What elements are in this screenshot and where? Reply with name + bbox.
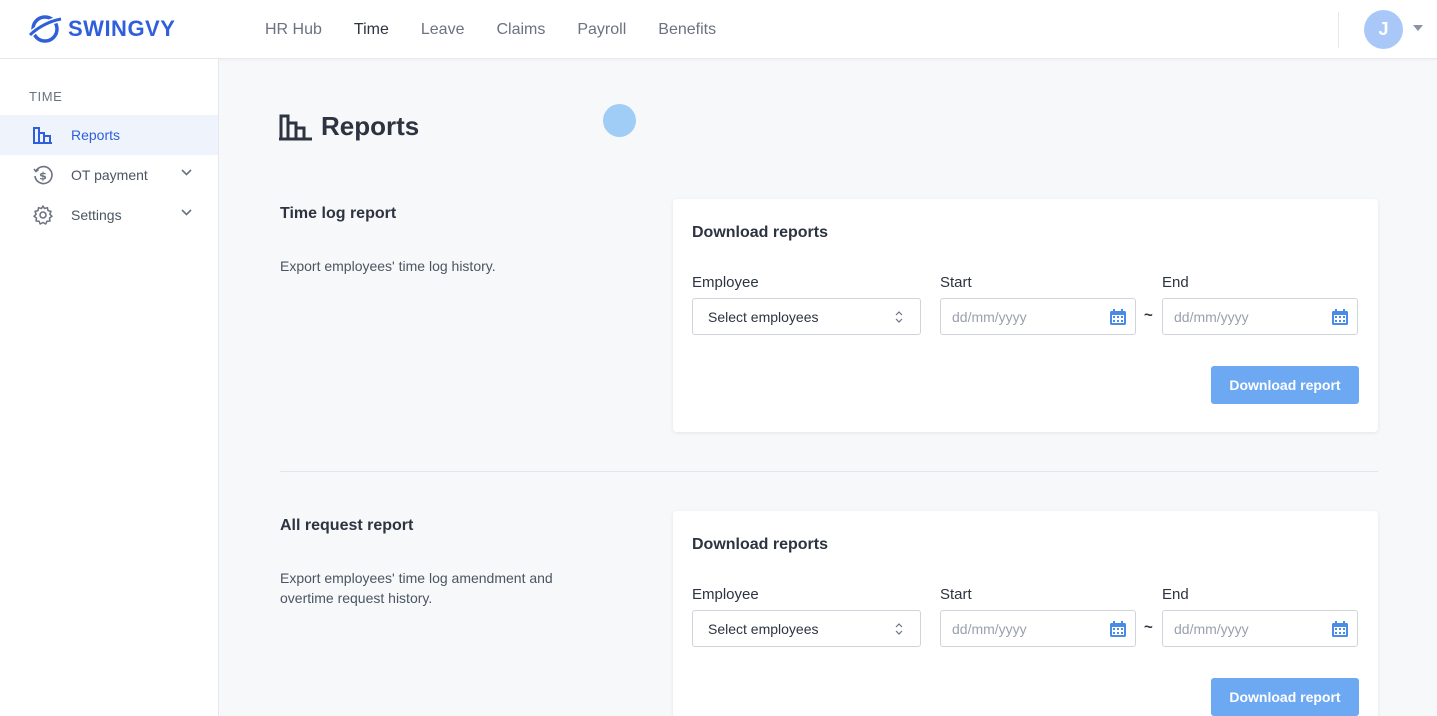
- start-label: Start: [940, 274, 972, 291]
- nav-item-benefits[interactable]: Benefits: [658, 21, 716, 39]
- calendar-icon[interactable]: [1109, 620, 1127, 638]
- end-date-placeholder: dd/mm/yyyy: [1174, 308, 1249, 325]
- chevron-down-icon[interactable]: [181, 209, 192, 216]
- employee-select[interactable]: Select employees: [692, 298, 921, 335]
- sort-arrows-icon: [895, 623, 903, 635]
- sidebar-item-label: Reports: [71, 127, 121, 143]
- caret-down-icon[interactable]: [1413, 25, 1423, 31]
- sidebar-item-settings[interactable]: Settings: [0, 195, 218, 235]
- dollar-clock-icon: $: [33, 165, 53, 185]
- end-date-input[interactable]: dd/mm/yyyy: [1162, 298, 1358, 335]
- end-label: End: [1162, 274, 1189, 291]
- download-card: Download reports Employee Start End Sele…: [673, 199, 1378, 432]
- nav-item-hr-hub[interactable]: HR Hub: [265, 21, 322, 39]
- start-date-placeholder: dd/mm/yyyy: [952, 308, 1027, 325]
- report-title: Time log report: [280, 205, 397, 222]
- swingvy-logo[interactable]: SWINGVY: [28, 13, 175, 45]
- nav-item-time[interactable]: Time: [354, 21, 389, 39]
- nav-item-leave[interactable]: Leave: [421, 21, 465, 39]
- report-description: Export employees' time log amendment and…: [280, 570, 553, 606]
- sidebar: TIME Reports $ OT payment Settings: [0, 59, 219, 716]
- report-title: All request report: [280, 517, 414, 534]
- sort-arrows-icon: [895, 311, 903, 323]
- bar-chart-icon: [33, 125, 53, 145]
- nav-item-claims[interactable]: Claims: [496, 21, 545, 39]
- end-date-input[interactable]: dd/mm/yyyy: [1162, 610, 1358, 647]
- gear-icon: [33, 205, 53, 225]
- download-report-button[interactable]: Download report: [1211, 678, 1359, 716]
- main-content: Reports Time log report Export employees…: [219, 59, 1437, 716]
- end-label: End: [1162, 586, 1189, 603]
- brand-name: SWINGVY: [68, 16, 176, 41]
- sidebar-item-ot-payment[interactable]: $ OT payment: [0, 155, 218, 195]
- download-report-button[interactable]: Download report: [1211, 366, 1359, 404]
- svg-text:$: $: [39, 170, 47, 183]
- employee-select[interactable]: Select employees: [692, 610, 921, 647]
- start-date-placeholder: dd/mm/yyyy: [952, 620, 1027, 637]
- chevron-down-icon[interactable]: [181, 169, 192, 176]
- employee-select-value: Select employees: [708, 620, 819, 637]
- calendar-icon[interactable]: [1109, 308, 1127, 326]
- topbar-divider: [1338, 12, 1339, 48]
- calendar-icon[interactable]: [1331, 620, 1349, 638]
- date-range-separator: ~: [1144, 307, 1153, 324]
- card-title: Download reports: [692, 536, 829, 553]
- card-title: Download reports: [692, 224, 829, 241]
- logo-icon: [28, 15, 62, 43]
- avatar[interactable]: J: [1364, 10, 1403, 49]
- employee-select-value: Select employees: [708, 308, 819, 325]
- sidebar-item-reports[interactable]: Reports: [0, 115, 218, 155]
- date-range-separator: ~: [1144, 619, 1153, 636]
- start-label: Start: [940, 586, 972, 603]
- section-divider: [280, 471, 1378, 472]
- bar-chart-icon: [279, 113, 313, 141]
- cursor-indicator: [603, 104, 636, 137]
- calendar-icon[interactable]: [1331, 308, 1349, 326]
- download-card: Download reports Employee Start End Sele…: [673, 511, 1378, 716]
- start-date-input[interactable]: dd/mm/yyyy: [940, 298, 1136, 335]
- nav-item-payroll[interactable]: Payroll: [577, 21, 626, 39]
- top-navbar: SWINGVY HR Hub Time Leave Claims Payroll…: [0, 0, 1437, 59]
- employee-label: Employee: [692, 586, 759, 603]
- employee-label: Employee: [692, 274, 759, 291]
- sidebar-item-label: Settings: [71, 207, 122, 223]
- main-nav: HR Hub Time Leave Claims Payroll Benefit…: [265, 0, 748, 59]
- report-description: Export employees' time log history.: [280, 258, 496, 274]
- page-title-text: Reports: [321, 111, 420, 141]
- sidebar-item-label: OT payment: [71, 167, 148, 183]
- page-title: Reports: [279, 111, 419, 142]
- start-date-input[interactable]: dd/mm/yyyy: [940, 610, 1136, 647]
- sidebar-section-label: TIME: [29, 89, 63, 104]
- end-date-placeholder: dd/mm/yyyy: [1174, 620, 1249, 637]
